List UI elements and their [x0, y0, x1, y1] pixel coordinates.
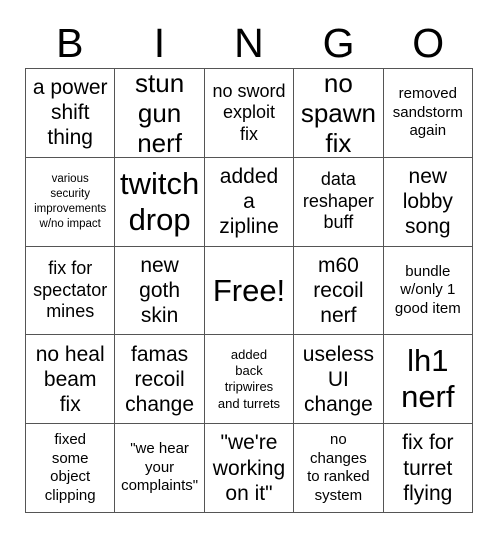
bingo-cell-free-space[interactable]: Free!: [204, 246, 295, 336]
bingo-cell-label: m60 recoil nerf: [313, 253, 364, 328]
bingo-cell-label: removed sandstorm again: [392, 85, 463, 140]
bingo-free-space-label: Free!: [212, 272, 286, 308]
bingo-cell-label: fixed some object clipping: [44, 430, 96, 504]
bingo-cell-label: new goth skin: [139, 253, 181, 328]
bingo-cell-label: fix for turret flying: [402, 431, 454, 505]
bingo-cell-b3[interactable]: fix for spectator mines: [26, 246, 116, 336]
bingo-cell-label: "we're working on it": [212, 431, 286, 505]
bingo-header-letter-i: I: [153, 20, 166, 66]
bingo-cell-b1[interactable]: a power shift thing: [26, 69, 116, 158]
bingo-cell-label: fix for spectator mines: [33, 258, 108, 322]
bingo-cell-o1[interactable]: removed sandstorm again: [383, 69, 473, 158]
bingo-header-letter-b: B: [56, 20, 84, 66]
bingo-grid: a power shift thing stun gun nerf no swo…: [25, 68, 473, 513]
bingo-cell-label: "we hear your complaints": [121, 440, 199, 495]
bingo-cell-n5[interactable]: "we're working on it": [204, 424, 295, 513]
bingo-cell-g1[interactable]: no spawn fix: [294, 69, 384, 158]
bingo-cell-o4[interactable]: lh1 nerf: [383, 335, 473, 425]
bingo-cell-i5[interactable]: "we hear your complaints": [115, 424, 205, 513]
bingo-cell-label: a power shift thing: [32, 76, 108, 150]
bingo-cell-b4[interactable]: no heal beam fix: [26, 335, 116, 425]
bingo-cell-label: famas recoil change: [125, 342, 195, 416]
bingo-cell-label: various security improvements w/no impac…: [34, 172, 107, 230]
bingo-cell-label: useless UI change: [302, 342, 374, 416]
bingo-cell-g3[interactable]: m60 recoil nerf: [294, 246, 384, 336]
bingo-cell-b5[interactable]: fixed some object clipping: [26, 424, 116, 513]
bingo-cell-label: lh1 nerf: [401, 343, 455, 415]
bingo-cell-label: data reshaper buff: [302, 169, 374, 233]
bingo-header-row: B I N G O: [25, 18, 473, 68]
bingo-cell-label: added back tripwires and turrets: [217, 346, 281, 411]
bingo-cell-o2[interactable]: new lobby song: [383, 157, 473, 247]
bingo-cell-i1[interactable]: stun gun nerf: [115, 69, 205, 158]
bingo-card: B I N G O a power shift thing stun gun n…: [0, 0, 500, 544]
bingo-header-letter-g: G: [322, 20, 355, 66]
bingo-cell-o5[interactable]: fix for turret flying: [383, 424, 473, 513]
bingo-cell-b2[interactable]: various security improvements w/no impac…: [26, 157, 116, 247]
bingo-cell-i2[interactable]: twitch drop: [115, 157, 205, 247]
bingo-cell-i4[interactable]: famas recoil change: [115, 335, 205, 425]
bingo-cell-g2[interactable]: data reshaper buff: [294, 157, 384, 247]
bingo-cell-label: no sword exploit fix: [212, 80, 286, 144]
bingo-header-letter-o: O: [412, 20, 445, 66]
bingo-cell-label: new lobby song: [402, 164, 453, 239]
bingo-cell-n1[interactable]: no sword exploit fix: [204, 69, 295, 158]
bingo-cell-label: added a zipline: [219, 164, 279, 239]
bingo-cell-g4[interactable]: useless UI change: [294, 335, 384, 425]
bingo-cell-label: twitch drop: [119, 165, 200, 237]
bingo-cell-n4[interactable]: added back tripwires and turrets: [204, 335, 295, 425]
bingo-cell-label: no heal beam fix: [35, 342, 105, 416]
bingo-header-letter-n: N: [234, 20, 264, 66]
bingo-cell-i3[interactable]: new goth skin: [115, 246, 205, 336]
bingo-cell-label: no changes to ranked system: [307, 430, 370, 504]
bingo-cell-o3[interactable]: bundle w/only 1 good item: [383, 246, 473, 336]
bingo-cell-label: bundle w/only 1 good item: [394, 262, 461, 317]
bingo-cell-n2[interactable]: added a zipline: [204, 157, 295, 247]
bingo-cell-label: stun gun nerf: [135, 69, 185, 158]
bingo-cell-label: no spawn fix: [300, 69, 376, 158]
bingo-cell-g5[interactable]: no changes to ranked system: [294, 424, 384, 513]
